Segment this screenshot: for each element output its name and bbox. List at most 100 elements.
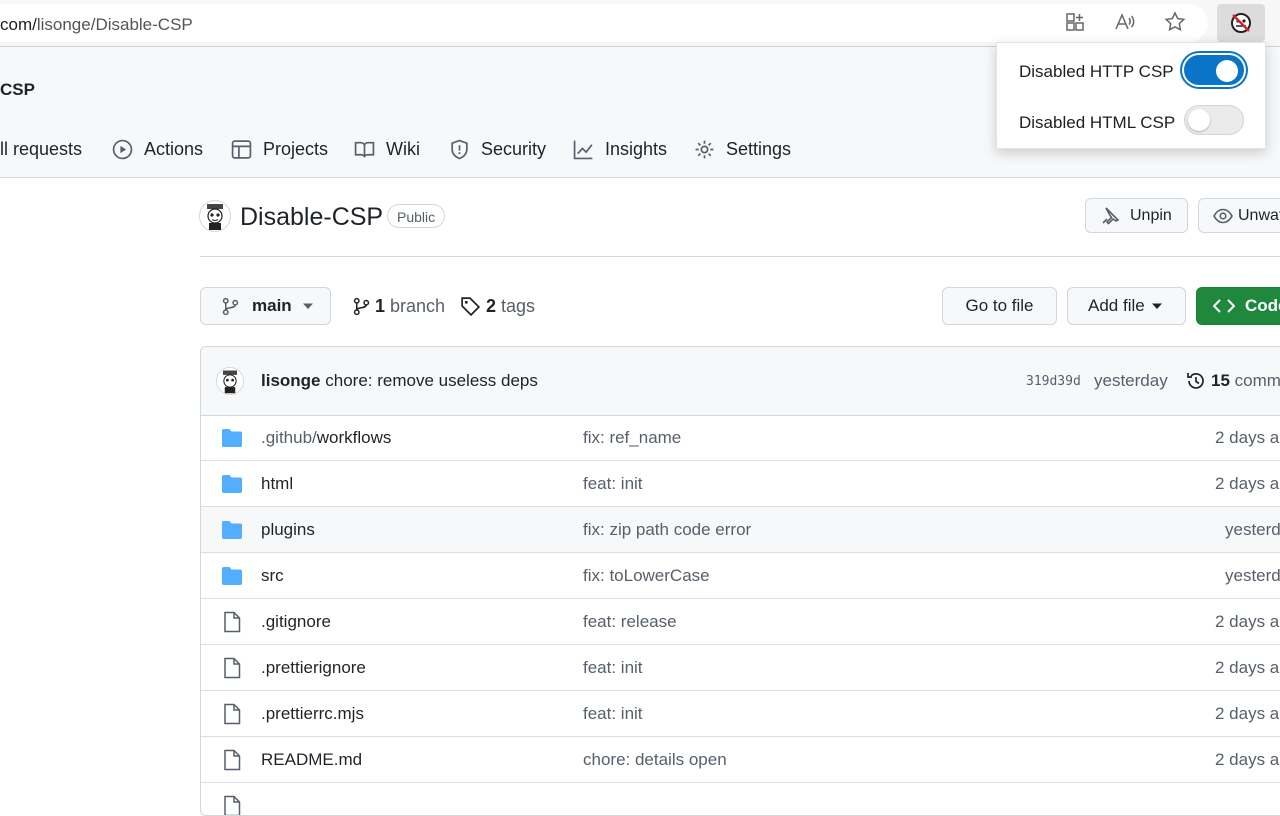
commit-author[interactable]: lisonge: [261, 371, 321, 390]
tab-projects[interactable]: Projects: [231, 137, 328, 161]
tab-label: Wiki: [386, 138, 420, 159]
file-name[interactable]: plugins: [261, 520, 315, 540]
repo-breadcrumb[interactable]: CSP: [0, 80, 35, 100]
commits-link[interactable]: 15 comm: [1186, 371, 1280, 391]
table-row[interactable]: html feat: init 2 days ag: [201, 461, 1280, 507]
file-date: yesterd: [1225, 566, 1280, 585]
table-row[interactable]: plugins fix: zip path code error yesterd: [201, 507, 1280, 553]
unpin-button[interactable]: Unpin: [1085, 198, 1188, 233]
file-icon: [224, 749, 241, 771]
history-icon: [1187, 373, 1204, 389]
file-commit-message[interactable]: fix: ref_name: [583, 428, 681, 448]
commit-time: yesterday: [1094, 371, 1168, 390]
file-icon: [224, 703, 241, 725]
folder-icon: [222, 567, 242, 585]
table-row[interactable]: .gitignore feat: release 2 days ag: [201, 599, 1280, 645]
file-commit-message[interactable]: fix: toLowerCase: [583, 566, 710, 586]
branch-icon: [222, 297, 239, 315]
commit-message[interactable]: chore: remove useless deps: [325, 371, 538, 390]
file-commit-message[interactable]: fix: zip path code error: [583, 520, 751, 540]
tab-insights[interactable]: Insights: [573, 137, 667, 161]
file-icon: [224, 611, 241, 633]
file-date: 2 days ag: [1215, 704, 1280, 723]
file-name[interactable]: .gitignore: [261, 612, 331, 632]
app-available-icon[interactable]: [1063, 10, 1087, 34]
toggle-knob: [1216, 60, 1238, 82]
toggle-knob: [1188, 109, 1210, 131]
visibility-badge: Public: [387, 204, 446, 228]
tab-label: Projects: [263, 138, 329, 159]
go-to-file-button[interactable]: Go to file: [942, 287, 1057, 325]
unwatch-label: Unwat: [1238, 206, 1280, 224]
http-csp-label: Disabled HTTP CSP: [1019, 62, 1174, 81]
file-name[interactable]: html: [261, 474, 293, 494]
read-aloud-icon[interactable]: [1113, 10, 1137, 34]
branch-icon: [353, 297, 370, 316]
commit-count: 15: [1211, 371, 1230, 390]
code-button[interactable]: Code: [1196, 287, 1280, 325]
tab-label: ll requests: [0, 138, 83, 159]
file-name[interactable]: .github/workflows: [261, 428, 391, 448]
file-name[interactable]: README.md: [261, 750, 362, 770]
add-file-button[interactable]: Add file: [1067, 287, 1186, 325]
tab-pull-requests[interactable]: ll requests: [0, 137, 82, 161]
table-row[interactable]: src fix: toLowerCase yesterd: [201, 553, 1280, 599]
branch-label: branch: [390, 296, 446, 316]
file-commit-message[interactable]: chore: details open: [583, 750, 727, 770]
tab-label: Security: [481, 138, 547, 159]
file-list: lisonge chore: remove useless deps 319d3…: [200, 346, 1280, 816]
folder-icon: [222, 521, 242, 539]
tab-actions[interactable]: Actions: [112, 137, 203, 161]
repo-name[interactable]: Disable-CSP: [240, 203, 383, 232]
file-icon: [224, 795, 241, 815]
unwatch-button[interactable]: Unwat: [1198, 198, 1280, 233]
html-csp-toggle[interactable]: [1184, 105, 1244, 135]
address-bar[interactable]: com/lisonge/Disable-CSP: [0, 4, 1208, 42]
file-name[interactable]: src: [261, 566, 284, 586]
html-csp-label: Disabled HTML CSP: [1019, 113, 1176, 132]
tab-label: Actions: [144, 138, 204, 159]
tab-security[interactable]: Security: [449, 137, 546, 161]
book-icon: [354, 141, 375, 157]
file-date: 2 days ag: [1215, 750, 1280, 769]
file-commit-message[interactable]: feat: init: [583, 658, 643, 678]
owner-avatar[interactable]: [199, 200, 231, 232]
http-csp-toggle[interactable]: [1184, 55, 1244, 85]
branch-count: 1: [375, 296, 386, 316]
add-file-label: Add file: [1088, 296, 1145, 315]
code-icon: [1213, 299, 1235, 313]
table-row[interactable]: .prettierignore feat: init 2 days ag: [201, 645, 1280, 691]
play-circle-icon: [112, 139, 133, 159]
file-commit-message[interactable]: feat: init: [583, 704, 643, 724]
commit-sha[interactable]: 319d39d: [1026, 374, 1081, 389]
file-name[interactable]: .prettierrc.mjs: [261, 704, 364, 724]
browser-toolbar: com/lisonge/Disable-CSP: [0, 0, 1280, 47]
file-commit-message[interactable]: feat: release: [583, 612, 677, 632]
commit-author-avatar[interactable]: [216, 367, 244, 395]
branches-link[interactable]: 1 branch: [352, 296, 445, 317]
caret-down-icon: [1151, 303, 1162, 309]
file-date: 2 days ag: [1215, 428, 1280, 447]
file-name[interactable]: .prettierignore: [261, 658, 366, 678]
table-row[interactable]: .github/workflows fix: ref_name 2 days a…: [201, 415, 1280, 461]
file-date: 2 days ag: [1215, 658, 1280, 677]
gear-icon: [695, 140, 714, 158]
tag-label: tags: [501, 296, 536, 316]
table-row[interactable]: README.md chore: details open 2 days ag: [201, 737, 1280, 783]
disable-csp-extension-button[interactable]: [1217, 4, 1265, 42]
table-icon: [231, 139, 252, 159]
tab-settings[interactable]: Settings: [694, 137, 791, 161]
tags-link[interactable]: 2 tags: [460, 296, 535, 317]
tag-count: 2: [486, 296, 497, 316]
url-text: com/lisonge/Disable-CSP: [0, 15, 193, 34]
tab-label: Insights: [605, 138, 668, 159]
favorite-star-icon[interactable]: [1163, 10, 1187, 34]
table-row[interactable]: .prettierrc.mjs feat: init 2 days ag: [201, 691, 1280, 737]
branch-select-button[interactable]: main: [200, 287, 331, 325]
file-date: 2 days ag: [1215, 612, 1280, 631]
tab-wiki[interactable]: Wiki: [354, 137, 420, 161]
branch-select-label: main: [252, 296, 292, 315]
caret-down-icon: [302, 303, 313, 309]
file-commit-message[interactable]: feat: init: [583, 474, 643, 494]
section-divider: [200, 256, 1280, 257]
